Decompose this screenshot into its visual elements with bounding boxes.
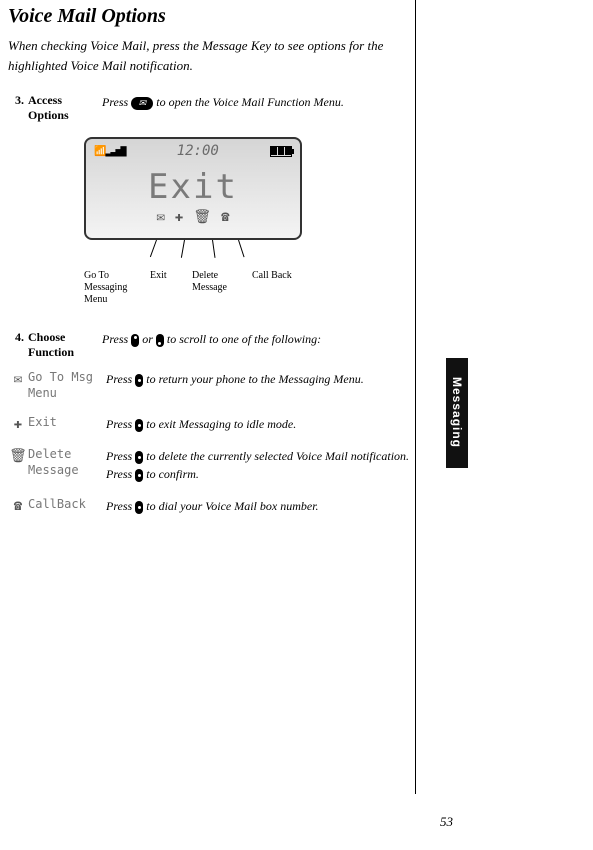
text: to scroll to one of the following:: [167, 332, 321, 346]
select-icon: [135, 374, 143, 387]
func-label: CallBack: [28, 497, 106, 515]
select-icon: [135, 451, 143, 464]
up-icon: [131, 334, 139, 347]
func-desc: Press to delete the currently selected V…: [106, 447, 410, 483]
select-icon: [135, 419, 143, 432]
intro-text: When checking Voice Mail, press the Mess…: [8, 36, 410, 75]
step-desc: Press ✉ to open the Voice Mail Function …: [102, 93, 410, 123]
annot-delete: Delete Message: [192, 270, 252, 306]
func-desc: Press to exit Messaging to idle mode.: [106, 415, 410, 433]
exit-icon: ✚: [14, 416, 22, 432]
delete-icon: 🗑: [193, 209, 211, 225]
page-number: 53: [440, 814, 453, 830]
annotation-labels: Go To Messaging Menu Exit Delete Message…: [84, 270, 410, 306]
section-tab: Messaging: [446, 358, 468, 468]
step-desc: Press or to scroll to one of the followi…: [102, 330, 410, 360]
step-number: 3.: [8, 93, 28, 123]
trash-icon: 🗑: [9, 448, 27, 464]
annot-goto: Go To Messaging Menu: [84, 270, 150, 306]
func-callback: ☎ CallBack Press to dial your Voice Mail…: [8, 497, 410, 515]
screen-main-text: Exit: [86, 167, 300, 207]
envelope-icon: ✉: [131, 97, 153, 110]
text: Press: [102, 95, 131, 109]
func-delete: 🗑 DeleteMessage Press to delete the curr…: [8, 447, 410, 483]
func-label: Exit: [28, 415, 106, 433]
annotation-lines: [84, 240, 410, 268]
down-icon: [156, 334, 164, 347]
select-icon: [135, 469, 143, 482]
annot-exit: Exit: [150, 270, 192, 306]
step-3: 3. Access Options Press ✉ to open the Vo…: [8, 93, 410, 123]
func-label: DeleteMessage: [28, 447, 106, 483]
func-exit: ✚ Exit Press to exit Messaging to idle m…: [8, 415, 410, 433]
phone-screen: 📶▂▃▅▇ 12:00 Exit ✉ ✚ 🗑 ☎: [84, 137, 302, 240]
text: to open the Voice Mail Function Menu.: [156, 95, 344, 109]
text: Press: [102, 332, 131, 346]
msg-icon: ✉: [156, 209, 164, 225]
screen-time: 12:00: [177, 143, 219, 159]
phone-icon: ☎: [14, 498, 22, 514]
func-desc: Press to dial your Voice Mail box number…: [106, 497, 410, 515]
step-number: 4.: [8, 330, 28, 360]
annot-callback: Call Back: [252, 270, 308, 306]
exit-icon: ✚: [175, 209, 183, 225]
vertical-divider: [415, 0, 416, 794]
battery-icon: [270, 146, 292, 157]
callback-icon: ☎: [221, 209, 229, 225]
phone-screen-block: 📶▂▃▅▇ 12:00 Exit ✉ ✚ 🗑 ☎ Go To Messaging…: [84, 137, 410, 306]
func-desc: Press to return your phone to the Messag…: [106, 370, 410, 401]
text: or: [142, 332, 156, 346]
func-goto: ✉ Go To MsgMenu Press to return your pho…: [8, 370, 410, 401]
msg-menu-icon: ✉: [14, 371, 22, 387]
step-label: Access Options: [28, 93, 102, 123]
step-4: 4. Choose Function Press or to scroll to…: [8, 330, 410, 360]
func-label: Go To MsgMenu: [28, 370, 106, 401]
screen-bottom-icons: ✉ ✚ 🗑 ☎: [86, 209, 300, 225]
select-icon: [135, 501, 143, 514]
step-label: Choose Function: [28, 330, 102, 360]
page-title: Voice Mail Options: [8, 5, 410, 28]
signal-icon: 📶▂▃▅▇: [94, 146, 126, 157]
